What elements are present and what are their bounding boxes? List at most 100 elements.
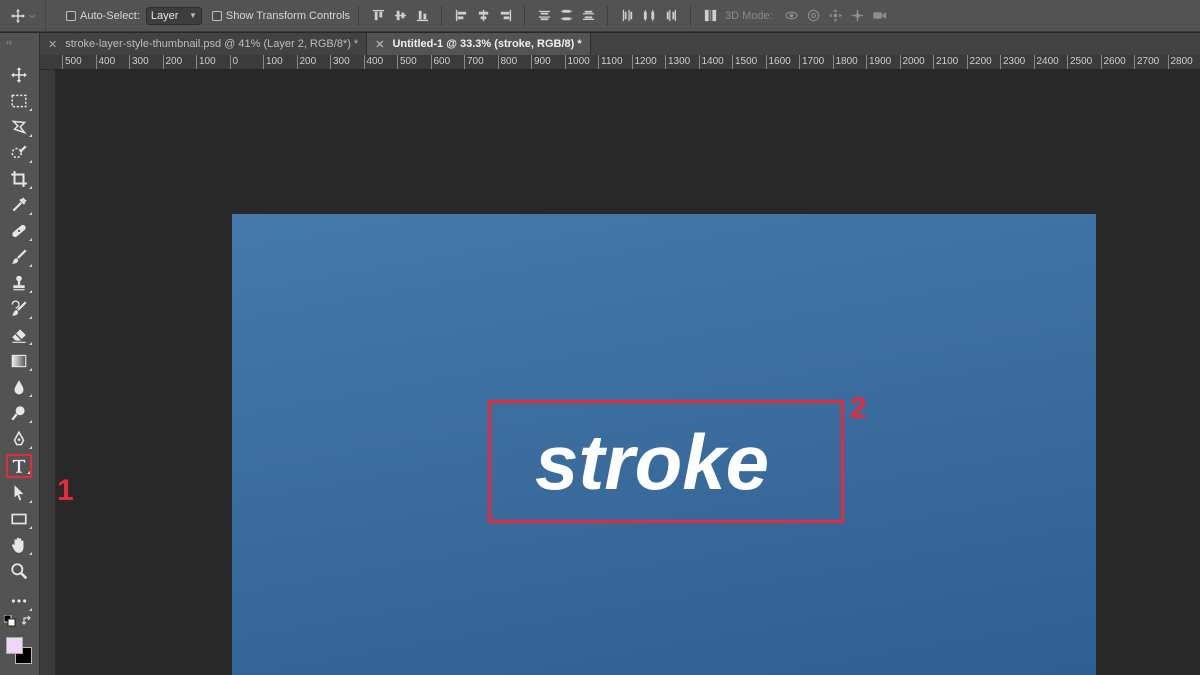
eyedropper-tool[interactable] (6, 193, 32, 217)
separator (358, 5, 360, 26)
distribute-bottom-button[interactable] (577, 5, 599, 27)
distribute-vcenter-button[interactable] (555, 5, 577, 27)
distribute-bottom-icon (582, 10, 594, 20)
hand-tool[interactable] (6, 533, 32, 557)
crop-icon (11, 171, 27, 187)
tab-label: Untitled-1 @ 33.3% (stroke, RGB/8) * (392, 38, 582, 50)
separator (441, 5, 443, 26)
history-brush-icon (11, 300, 27, 316)
distribute-hcenter-icon (643, 9, 654, 22)
horizontal-ruler[interactable]: 500 400 300 200 100 0 100 200 300 400 500 600 700 800… (40, 55, 1200, 70)
rectangular-marquee-icon (11, 94, 27, 108)
tools-panel: ›› (0, 33, 40, 675)
3d-scale-button[interactable] (869, 5, 891, 27)
auto-align-layers-button[interactable] (699, 5, 721, 27)
distribute-right-icon (666, 9, 676, 22)
ruler-tick: 300 (330, 55, 350, 69)
lasso-tool[interactable] (6, 115, 32, 139)
zoom-tool[interactable] (6, 559, 32, 583)
history-brush-tool[interactable] (6, 297, 32, 321)
3d-pan-button[interactable] (825, 5, 847, 27)
panel-collapse-grip[interactable]: ›› (0, 33, 39, 55)
checkbox-box[interactable] (211, 10, 222, 21)
rectangle-icon (11, 513, 27, 525)
align-vcenter-button[interactable] (389, 5, 411, 27)
ruler-tick: 1700 (799, 55, 824, 69)
ruler-tick: 1900 (866, 55, 891, 69)
foreground-color-swatch[interactable] (6, 637, 23, 654)
auto-select-checkbox[interactable]: Auto-Select: (66, 10, 140, 22)
distribute-right-button[interactable] (660, 5, 682, 27)
pen-tool[interactable] (6, 427, 32, 451)
move-tool-preset[interactable]: ⌵ (0, 0, 46, 32)
water-drop-icon (14, 380, 24, 395)
annotation-box-2 (488, 400, 844, 523)
align-right-button[interactable] (494, 5, 516, 27)
ruler-tick: 2400 (1033, 55, 1059, 69)
3d-roll-button[interactable] (803, 5, 825, 27)
tab-label: stroke-layer-style-thumbnail.psd @ 41% (… (65, 38, 359, 50)
swap-colors-icon[interactable] (22, 615, 34, 627)
align-hcenter-button[interactable] (472, 5, 494, 27)
quick-selection-tool[interactable] (6, 141, 32, 165)
chevron-down-icon: ▼ (189, 11, 197, 20)
move-icon (11, 67, 27, 83)
text-type-icon (12, 459, 26, 473)
separator (690, 5, 692, 26)
crop-tool[interactable] (6, 167, 32, 191)
ruler-tick: 200 (296, 55, 316, 69)
default-colors-icon[interactable] (4, 615, 16, 627)
orbit-icon (785, 11, 798, 20)
align-left-button[interactable] (450, 5, 472, 27)
align-left-icon (455, 9, 466, 22)
distribute-left-button[interactable] (616, 5, 638, 27)
ruler-tick: 2600 (1100, 55, 1126, 69)
marquee-tool[interactable] (6, 89, 32, 113)
dodge-tool[interactable] (6, 401, 32, 425)
distribute-hcenter-button[interactable] (638, 5, 660, 27)
3d-mode-label: 3D Mode: (725, 9, 773, 22)
blur-tool[interactable] (6, 375, 32, 399)
eraser-tool[interactable] (6, 323, 32, 347)
stamp-icon (13, 275, 25, 291)
align-bottom-button[interactable] (411, 5, 433, 27)
ruler-tick: 1000 (564, 55, 590, 69)
show-transform-checkbox[interactable]: Show Transform Controls (211, 10, 350, 22)
ruler-tick: 700 (464, 55, 484, 69)
healing-brush-tool[interactable] (6, 219, 32, 243)
align-top-button[interactable] (367, 5, 389, 27)
eyedropper-icon (12, 197, 27, 212)
quick-selection-icon (11, 145, 27, 159)
vertical-ruler[interactable] (40, 70, 56, 675)
type-tool[interactable] (6, 454, 32, 478)
checkbox-box[interactable] (66, 10, 76, 21)
slide-icon (852, 9, 864, 22)
ruler-tick: 100 (196, 55, 216, 69)
magnifier-icon (11, 563, 28, 580)
distribute-top-button[interactable] (533, 5, 555, 27)
move-tool[interactable] (6, 63, 32, 87)
gradient-tool[interactable] (6, 349, 32, 373)
rectangle-tool[interactable] (6, 507, 32, 531)
annotation-label-2: 2 (850, 392, 867, 425)
edit-toolbar-button[interactable] (6, 589, 32, 613)
ruler-tick: 1300 (665, 55, 690, 69)
ruler-tick: 2700 (1134, 55, 1159, 69)
clone-stamp-tool[interactable] (6, 271, 32, 295)
tab-untitled-1[interactable]: ✕ Untitled-1 @ 33.3% (stroke, RGB/8) * (367, 33, 591, 55)
3d-slide-button[interactable] (847, 5, 869, 27)
tab-stroke-layer-style-thumbnail[interactable]: ✕ stroke-layer-style-thumbnail.psd @ 41%… (40, 33, 368, 55)
close-icon[interactable]: ✕ (375, 38, 384, 51)
auto-select-dropdown[interactable]: Layer ▼ (145, 6, 202, 25)
ruler-tick: 1500 (732, 55, 757, 69)
ruler-tick: 200 (162, 55, 182, 69)
3d-orbit-button[interactable] (781, 5, 803, 27)
path-selection-tool[interactable] (6, 481, 32, 505)
close-icon[interactable]: ✕ (48, 38, 57, 51)
ruler-tick: 2100 (933, 55, 958, 69)
brush-tool[interactable] (6, 245, 32, 269)
hand-icon (12, 537, 24, 553)
distribute-top-icon (538, 10, 550, 21)
ruler-tick: 1200 (631, 55, 657, 69)
ruler-tick: 400 (363, 55, 383, 69)
